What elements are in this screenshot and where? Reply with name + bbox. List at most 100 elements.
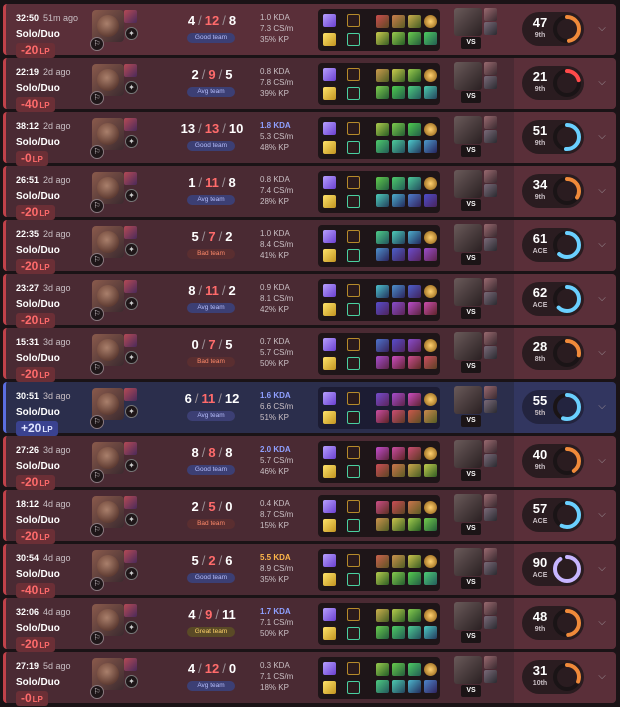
opponent-portrait [454,332,482,360]
score-value: 62 [532,285,548,300]
item-icon [392,140,405,153]
trinket-icon [424,663,437,676]
chevron-down-icon[interactable]: ⌵ [596,239,608,251]
match-row[interactable]: 27:19 5d ago Solo/Duo -0LP ⚐ ✦ 4/12/0 Avg team 0… [3,652,616,706]
build-panel [318,441,440,483]
rune-icon: ✦ [125,675,138,688]
kills: 0 [191,337,199,352]
match-row[interactable]: 32:06 4d ago Solo/Duo -20LP ⚐ ✦ 4/9/11 Great te… [3,598,616,652]
match-duration: 38:12 [16,121,40,131]
lp-change-value: -40 [21,583,39,597]
cs-per-min: 8.1 CS/m [260,294,294,303]
match-stats: 1.6 KDA 6.6 CS/m 51% KP [260,390,316,423]
match-row[interactable]: 18:12 4d ago Solo/Duo -20LP ⚐ ✦ 2/5/0 Bad team 0… [3,490,616,544]
match-stats: 0.9 KDA 8.1 CS/m 42% KP [260,282,316,315]
opponent-spell-icon [484,454,497,467]
shard-rune-icon [347,230,360,243]
chevron-down-icon[interactable]: ⌵ [596,563,608,575]
keystone-rune-icon [323,176,336,189]
assists: 0 [225,499,233,514]
chevron-down-icon[interactable]: ⌵ [596,131,608,143]
match-row[interactable]: 38:12 2d ago Solo/Duo -0LP ⚐ ✦ 13/13/10 Good te… [3,112,616,166]
chevron-down-icon[interactable]: ⌵ [596,185,608,197]
cs-per-min: 6.6 CS/m [260,402,294,411]
chevron-down-icon[interactable]: ⌵ [596,347,608,359]
kills: 5 [191,229,199,244]
shard-rune-icon [347,249,360,262]
lp-unit: LP [39,371,50,380]
match-duration: 27:19 [16,661,40,671]
performance-score: 90 ACE [522,552,584,586]
item-icon [424,32,437,45]
kills: 4 [187,661,196,676]
item-icon [408,356,421,369]
item-icon [376,356,389,369]
item-icon [376,410,389,423]
chevron-down-icon[interactable]: ⌵ [596,509,608,521]
team-rating-badge: Good team [187,465,235,475]
item-icon [376,518,389,531]
match-row[interactable]: 22:35 2d ago Solo/Duo -20LP ⚐ ✦ 5/7/2 Bad team 1… [3,220,616,274]
match-row[interactable]: 32:50 51m ago Solo/Duo -20LP ⚐ ✦ 4/12/8 Good te… [3,4,616,58]
score-rank: 9th [534,626,546,633]
chevron-down-icon[interactable]: ⌵ [596,617,608,629]
lp-change-badge: -20LP [16,529,55,544]
score-rank: 8th [534,356,546,363]
opponent-spell-icon [484,116,497,129]
item-icon [408,194,421,207]
build-panel [318,387,440,429]
match-row[interactable]: 30:54 4d ago Solo/Duo -40LP ⚐ ✦ 5/2/6 Good team… [3,544,616,598]
cs-per-min: 8.4 CS/m [260,240,294,249]
rune-icon: ✦ [125,567,138,580]
match-row[interactable]: 26:51 2d ago Solo/Duo -20LP ⚐ ✦ 1/11/8 Avg team… [3,166,616,220]
score-rank: 10th [532,680,548,687]
item-icon [376,248,389,261]
kills: 2 [191,499,199,514]
match-row[interactable]: 22:19 2d ago Solo/Duo -40LP ⚐ ✦ 2/9/5 Avg team 0… [3,58,616,112]
summoner-spell-icon [124,280,137,293]
role-icon: ⚐ [90,307,104,321]
score-cell: 61 ACE ⌵ [514,220,616,271]
item-icon [392,302,405,315]
item-icon [392,555,405,568]
score-ring [553,15,581,43]
item-icon [376,680,389,693]
trinket-icon [424,15,437,28]
role-icon: ⚐ [90,469,104,483]
chevron-down-icon[interactable]: ⌵ [596,401,608,413]
item-icon [408,339,421,352]
kda-line: 2/5/0 [191,499,233,514]
vs-label: VS [461,145,481,157]
chevron-down-icon[interactable]: ⌵ [596,455,608,467]
match-history-list: 32:50 51m ago Solo/Duo -20LP ⚐ ✦ 4/12/8 Good te… [0,0,620,707]
trinket-icon [424,69,437,82]
kda-line: 4/9/11 [188,607,236,622]
chevron-down-icon[interactable]: ⌵ [596,77,608,89]
match-row[interactable]: 23:27 3d ago Solo/Duo -20LP ⚐ ✦ 8/11/2 Avg team… [3,274,616,328]
item-icon [408,518,421,531]
performance-score: 55 5th [522,390,584,424]
match-row[interactable]: 27:26 3d ago Solo/Duo -20LP ⚐ ✦ 8/8/8 Good team… [3,436,616,490]
item-icon [376,572,389,585]
lp-unit: LP [39,587,50,596]
chevron-down-icon[interactable]: ⌵ [596,23,608,35]
score-ring [553,447,581,475]
performance-score: 31 10th [522,660,584,694]
item-icon [424,194,437,207]
match-row[interactable]: 30:51 3d ago Solo/Duo +20LP ⚐ ✦ 6/11/12 Avg tea… [3,382,616,436]
keystone-rune-icon [323,14,336,27]
match-stats: 1.8 KDA 5.3 CS/m 48% KP [260,120,316,153]
assists: 2 [228,283,236,298]
kda-ratio: 0.9 KDA [260,283,290,292]
chevron-down-icon[interactable]: ⌵ [596,671,608,683]
opponent-spell-icon [484,346,497,359]
shard-rune-icon [347,573,360,586]
score-value: 47 [532,15,548,30]
score-value: 51 [532,123,548,138]
vs-label: VS [461,685,481,697]
match-duration: 30:51 [16,391,40,401]
lp-change-badge: -40LP [16,97,55,112]
chevron-down-icon[interactable]: ⌵ [596,293,608,305]
opponent-spell-icon [484,670,497,683]
match-row[interactable]: 15:31 3d ago Solo/Duo -20LP ⚐ ✦ 0/7/5 Bad team 0… [3,328,616,382]
